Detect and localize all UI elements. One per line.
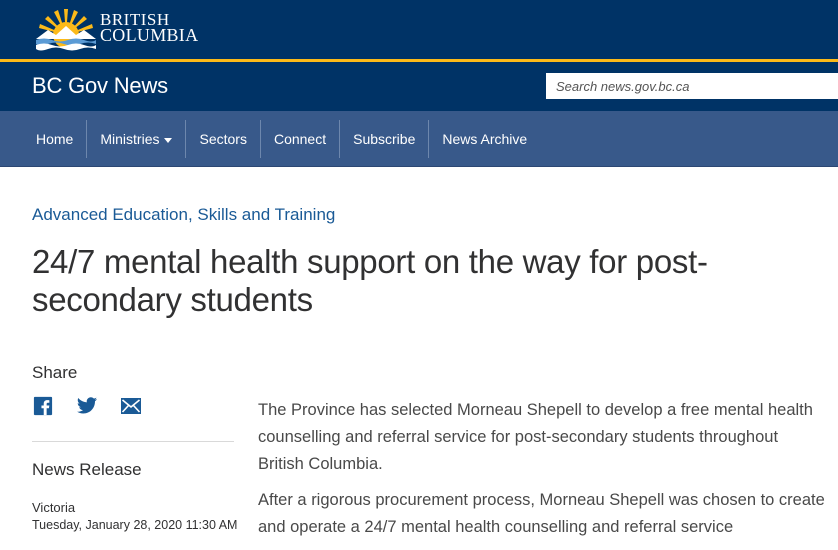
email-icon[interactable] [120, 396, 142, 416]
nav-ministries[interactable]: Ministries [87, 120, 185, 158]
share-label: Share [32, 363, 78, 382]
social-share-icons [32, 396, 164, 416]
main-nav: Home Ministries Sectors Connect Subscrib… [0, 111, 838, 167]
nav-news-archive[interactable]: News Archive [429, 120, 540, 158]
twitter-icon[interactable] [76, 396, 98, 416]
site-title[interactable]: BC Gov News [32, 73, 168, 99]
release-type: News Release [32, 460, 142, 479]
ministry-link[interactable]: Advanced Education, Skills and Training [32, 205, 335, 225]
nav-news-archive-label: News Archive [442, 131, 528, 147]
article-body: The Province has selected Morneau Shepel… [258, 397, 828, 550]
nav-sectors[interactable]: Sectors [186, 120, 259, 158]
logo-line-2: COLUMBIA [100, 25, 199, 45]
bc-sun-logo-icon [36, 9, 96, 51]
logo-wordmark: BRITISH COLUMBIA [100, 11, 198, 44]
caret-down-icon [164, 137, 173, 143]
release-location: Victoria [32, 500, 76, 515]
title-bar: BC Gov News [0, 62, 838, 111]
facebook-icon[interactable] [32, 396, 54, 416]
bc-logo[interactable]: BRITISH COLUMBIA [34, 5, 204, 53]
nav-connect[interactable]: Connect [261, 120, 339, 158]
article-title: 24/7 mental health support on the way fo… [32, 243, 708, 318]
nav-subscribe[interactable]: Subscribe [340, 120, 428, 158]
sidebar-divider [32, 441, 234, 442]
nav-connect-label: Connect [273, 131, 327, 147]
release-datetime: Tuesday, January 28, 2020 11:30 AM [32, 518, 238, 532]
nav-home-label: Home [36, 131, 74, 147]
article-paragraph: The Province has selected Morneau Shepel… [258, 401, 813, 473]
top-header: BRITISH COLUMBIA [0, 0, 838, 60]
nav-sectors-label: Sectors [199, 131, 247, 147]
article-paragraph: After a rigorous procurement process, Mo… [258, 491, 825, 536]
nav-subscribe-label: Subscribe [353, 131, 416, 147]
nav-home[interactable]: Home [23, 120, 86, 158]
search-input[interactable] [546, 73, 838, 99]
nav-ministries-label: Ministries [100, 131, 160, 147]
